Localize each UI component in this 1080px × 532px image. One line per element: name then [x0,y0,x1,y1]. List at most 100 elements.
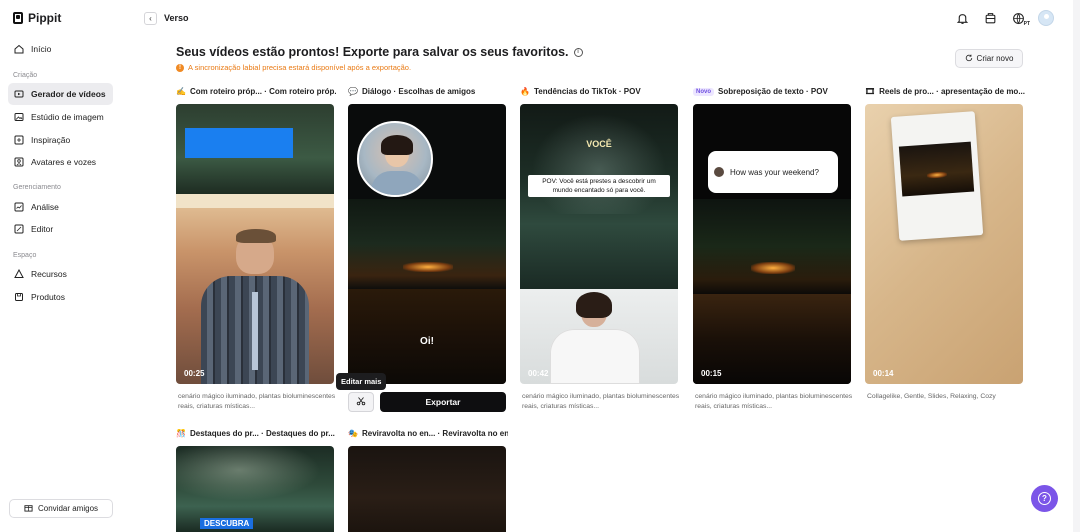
card-title-text: Sobreposição de texto · POV [718,87,828,96]
video-thumbnail[interactable]: 00:14 [865,104,1023,384]
card-description: Collagelike, Gentle, Slides, Relaxing, C… [867,393,996,400]
language-globe-icon[interactable]: PT [1010,10,1030,27]
bell-icon[interactable] [954,10,970,26]
card-description: cenário mágico iluminado, plantas biolum… [695,393,853,410]
sidebar-item-label: Avatares e vozes [31,157,97,167]
light-rays [176,446,334,506]
card-title-text: Reels de pro... · apresentação de mo... [879,87,1025,96]
pippit-logo-icon [13,12,23,24]
back-button[interactable]: ‹ [144,12,157,25]
sidebar-item-inicio[interactable]: Início [8,38,113,60]
refresh-icon [965,54,973,64]
card-title-text: Tendências do TikTok · POV [533,87,641,96]
forest-scene [693,199,851,294]
edit-more-button[interactable] [348,392,374,412]
card-title: Novo Sobreposição de texto · POV [693,87,853,96]
card-title: 🎭 Reviravolta no en... · Reviravolta no … [348,429,508,438]
image-studio-icon [14,112,24,122]
sidebar-item-recursos[interactable]: Recursos [8,263,113,285]
section-label-gerenciamento: Gerenciamento [13,184,61,191]
card-title-text: Reviravolta no en... · Reviravolta no en… [361,429,508,438]
sidebar-item-produtos[interactable]: Produtos [8,286,113,308]
sidebar-item-analise[interactable]: Análise [8,196,113,218]
speaker-avatar-circle [357,121,433,197]
inspiration-icon [14,135,24,145]
warning-text: A sincronização labial precisa estará di… [188,63,412,72]
card-title: 🔥 Tendências do TikTok · POV [520,87,680,96]
party-icon: 🎊 [176,429,186,438]
sidebar: Pippit Início Criação Gerador de vídeos … [0,0,126,532]
video-thumbnail[interactable]: How was your weekend? 00:15 [693,104,851,384]
sidebar-item-estudio-de-imagem[interactable]: Estúdio de imagem [8,106,113,128]
section-label-espaco: Espaço [13,252,37,259]
fire-icon: 🔥 [520,87,530,96]
create-new-button[interactable]: Criar novo [955,49,1023,68]
language-badge: PT [1023,21,1030,27]
light-glow [520,104,678,214]
card-title: 💬 Diálogo · Escolhas de amigos [348,87,508,96]
inbox-icon[interactable] [982,10,998,26]
chevron-left-icon: ‹ [149,14,152,23]
scrollbar[interactable] [1073,0,1080,532]
invite-label: Convidar amigos [37,504,99,513]
breadcrumb: Verso [164,13,189,23]
sidebar-item-label: Inspiração [31,135,71,145]
writing-hand-icon: ✍ [176,87,186,96]
sidebar-item-gerador-de-videos[interactable]: Gerador de vídeos [8,83,113,105]
video-caption: Oi! [420,336,434,347]
pov-overlay-text: POV: Você está prestes a descobrir um mu… [528,175,670,197]
gift-icon [24,503,33,514]
avatar-voice-icon [14,157,24,167]
video-thumbnail[interactable]: Você POV: Você está prestes a descobrir … [520,104,678,384]
export-button[interactable]: Exportar [380,392,506,412]
beanie [236,229,276,243]
video-duration: 00:15 [701,369,722,378]
products-icon [14,292,24,302]
sidebar-item-editor[interactable]: Editor [8,218,113,240]
sidebar-item-avatares-e-vozes[interactable]: Avatares e vozes [8,151,113,173]
card-title: 🎞 Reels de pro... · apresentação de mo..… [865,87,1025,96]
video-generator-icon [14,89,24,99]
section-label-criacao: Criação [13,72,38,79]
headline-text: Seus vídeos estão prontos! Exporte para … [176,45,569,59]
sidebar-item-label: Produtos [31,292,66,302]
card-description: cenário mágico iluminado, plantas biolum… [522,393,680,410]
polaroid-photo [898,141,975,197]
card-description: cenário mágico iluminado, plantas biolum… [178,393,336,410]
sidebar-item-label: Gerador de vídeos [31,89,106,99]
app-name: Pippit [28,11,62,25]
forest-scene [348,199,506,289]
new-badge: Novo [693,87,714,96]
speech-bubble-icon: 💬 [348,87,358,96]
logo[interactable]: Pippit [13,11,61,25]
video-thumbnail[interactable]: 00:25 [176,104,334,384]
video-thumbnail[interactable]: Oi! [348,104,506,384]
editor-icon [14,224,24,234]
card-title-text: Com roteiro próp... · Com roteiro próp..… [189,87,336,96]
assets-icon [14,269,24,279]
edit-more-tooltip: Editar mais [336,373,387,390]
info-icon[interactable]: i [573,47,583,57]
film-frames-icon: 🎞 [865,87,876,96]
user-avatar[interactable] [1038,10,1054,26]
overlay-caption: DESCUBRA [200,518,254,529]
presenter-blouse [550,329,640,384]
sidebar-item-label: Estúdio de imagem [31,112,104,122]
chat-avatar [714,167,724,177]
campfire-glow [403,262,453,272]
sidebar-item-label: Recursos [31,269,67,279]
presenter-hair [576,292,612,318]
sidebar-item-label: Editor [31,224,54,234]
help-button[interactable]: ? [1031,485,1058,512]
question-icon: ? [1038,492,1051,505]
analytics-icon [14,202,24,212]
create-new-label: Criar novo [976,54,1014,63]
home-icon [14,44,24,54]
video-thumbnail[interactable]: DESCUBRA [176,446,334,532]
video-thumbnail[interactable] [348,446,506,532]
sidebar-item-inspiracao[interactable]: Inspiração [8,129,113,151]
sidebar-item-label: Início [31,44,52,54]
sidebar-item-label: Análise [31,202,59,212]
invite-friends-button[interactable]: Convidar amigos [9,499,113,518]
caption-highlight [185,128,293,158]
